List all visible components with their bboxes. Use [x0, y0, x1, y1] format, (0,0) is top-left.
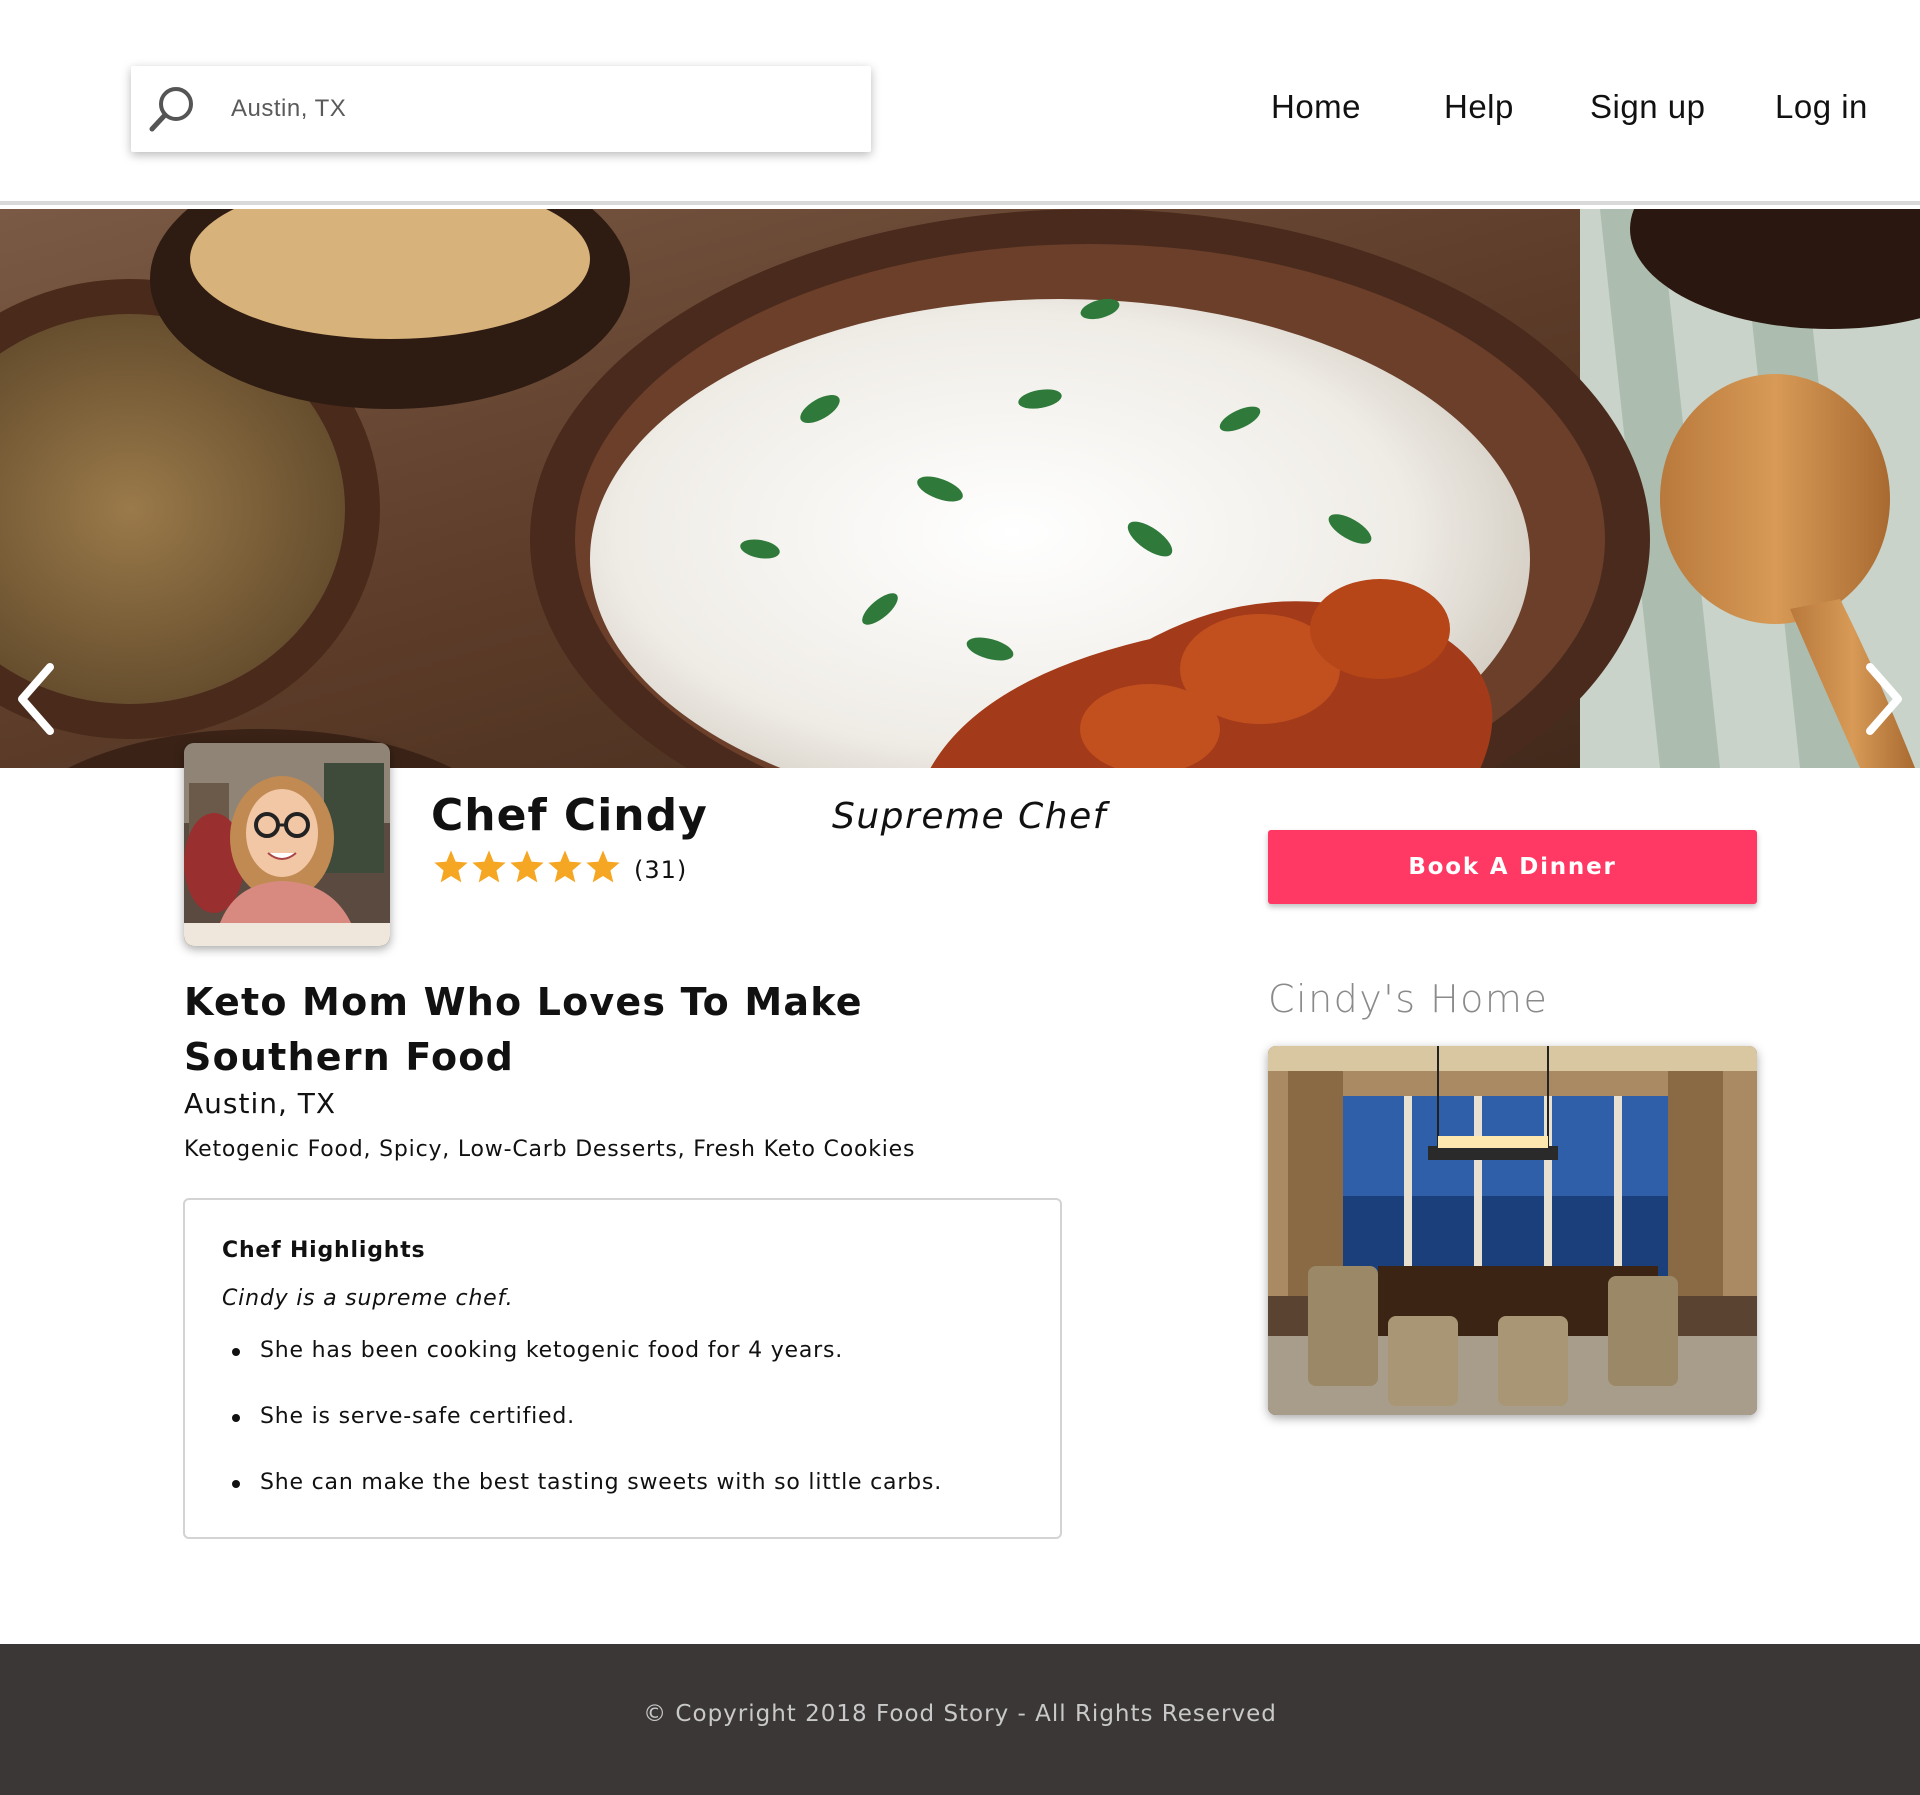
- chef-portrait-image: [184, 743, 390, 946]
- chef-specialties: Ketogenic Food, Spicy, Low-Carb Desserts…: [184, 1137, 916, 1162]
- dining-room-image: [1268, 1046, 1757, 1415]
- book-dinner-button[interactable]: Book A Dinner: [1268, 830, 1757, 904]
- highlight-text: She has been cooking ketogenic food for …: [260, 1338, 844, 1363]
- chef-rank: Supreme Chef: [832, 796, 1107, 837]
- chef-avatar: [184, 743, 390, 946]
- list-item: She is serve-safe certified.: [222, 1404, 942, 1470]
- bullet-icon: [232, 1414, 240, 1422]
- footer: © Copyright 2018 Food Story - All Rights…: [0, 1644, 1920, 1795]
- highlights-intro: Cindy is a supreme chef.: [222, 1286, 514, 1311]
- home-photo[interactable]: [1268, 1046, 1757, 1415]
- bullet-icon: [232, 1348, 240, 1356]
- copyright-text: © Copyright 2018 Food Story - All Rights…: [643, 1701, 1277, 1727]
- highlight-text: She is serve-safe certified.: [260, 1404, 575, 1429]
- review-count[interactable]: (31): [634, 856, 687, 884]
- search-input[interactable]: [231, 84, 831, 134]
- highlights-list: She has been cooking ketogenic food for …: [222, 1338, 942, 1536]
- list-item: She has been cooking ketogenic food for …: [222, 1338, 942, 1404]
- search-bar[interactable]: [131, 66, 871, 152]
- hero-banner: [0, 209, 1920, 768]
- highlight-text: She can make the best tasting sweets wit…: [260, 1470, 942, 1495]
- chef-name: Chef Cindy: [431, 790, 708, 841]
- hero-food-photo: [0, 209, 1920, 768]
- chef-headline: Keto Mom Who Loves To Make Southern Food: [184, 980, 863, 1079]
- search-icon[interactable]: [145, 82, 199, 136]
- chevron-left-icon[interactable]: [14, 659, 60, 739]
- star-icon: [548, 850, 582, 883]
- nav-signup-link[interactable]: Sign up: [1590, 88, 1705, 126]
- nav-home-link[interactable]: Home: [1271, 88, 1361, 126]
- star-icon: [472, 850, 506, 883]
- bullet-icon: [232, 1480, 240, 1488]
- nav-help-link[interactable]: Help: [1444, 88, 1514, 126]
- nav-login-link[interactable]: Log in: [1775, 88, 1868, 126]
- highlights-title: Chef Highlights: [222, 1238, 426, 1263]
- star-icon: [510, 850, 544, 883]
- chef-highlights-card: Chef Highlights Cindy is a supreme chef.…: [183, 1198, 1062, 1539]
- rating-stars: [432, 848, 622, 888]
- list-item: She can make the best tasting sweets wit…: [222, 1470, 942, 1536]
- star-icon: [434, 850, 468, 883]
- star-icon: [586, 850, 620, 883]
- chef-location: Austin, TX: [184, 1087, 337, 1120]
- home-section-title: Cindy's Home: [1268, 977, 1549, 1021]
- chevron-right-icon[interactable]: [1860, 659, 1906, 739]
